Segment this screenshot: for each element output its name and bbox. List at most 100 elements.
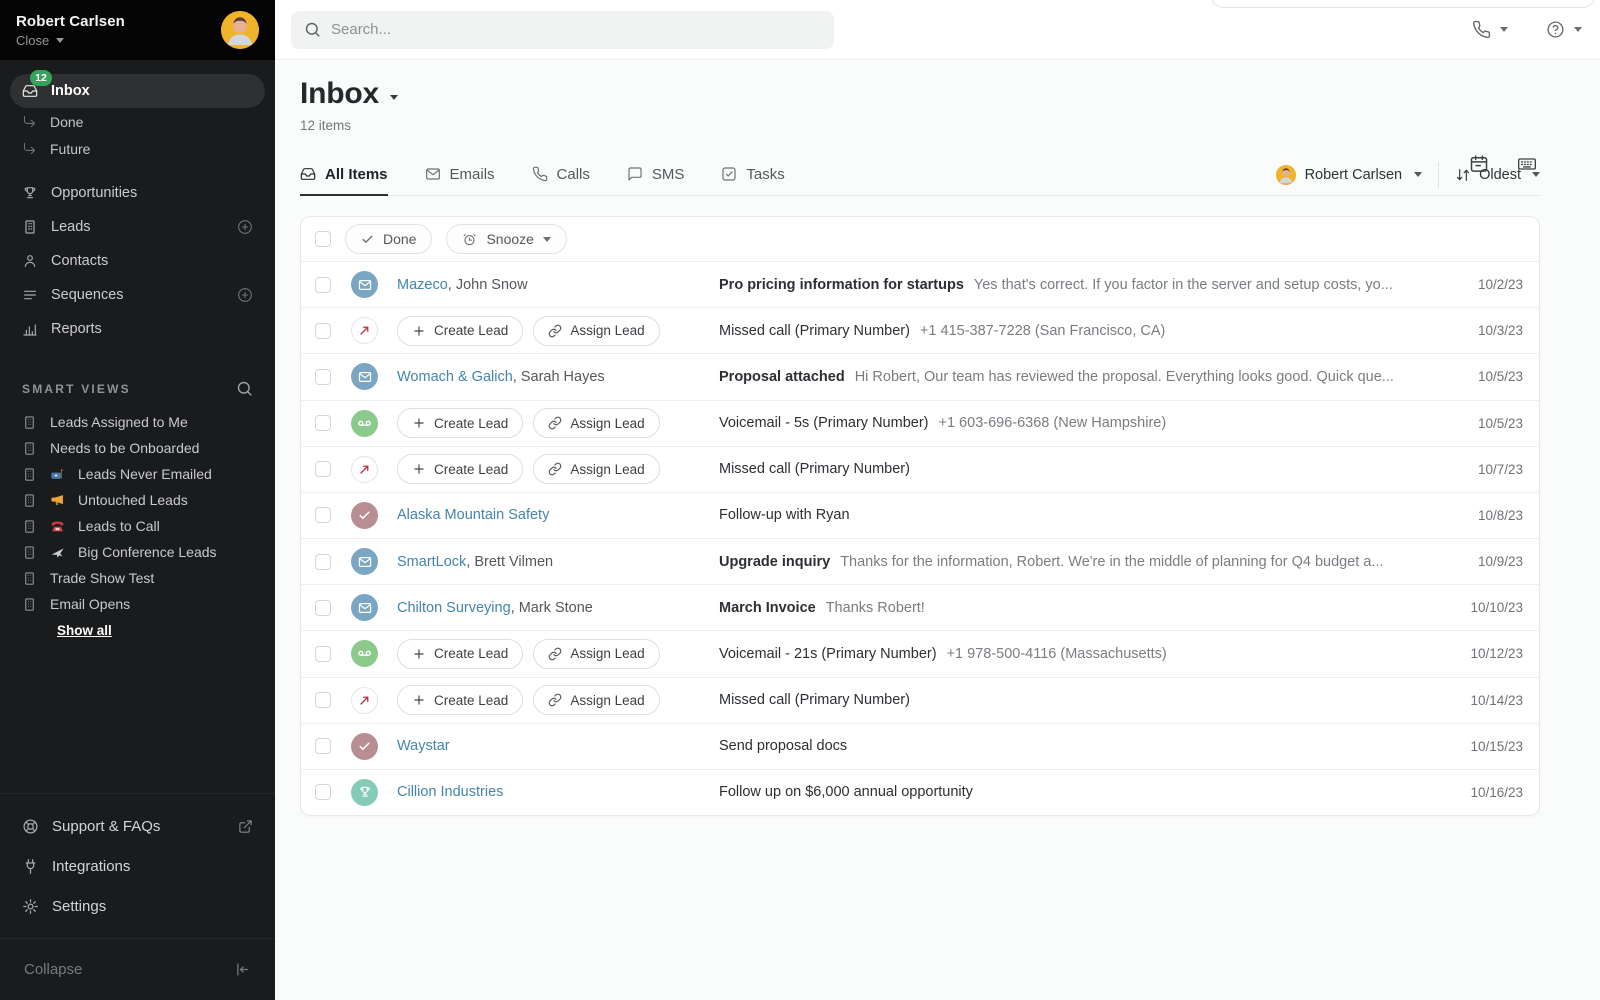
- assign-lead-button[interactable]: Assign Lead: [533, 454, 659, 484]
- popover-edge: [1210, 0, 1596, 8]
- row-checkbox[interactable]: [315, 646, 331, 662]
- smart-view-needs-onboarded[interactable]: Needs to be Onboarded: [10, 435, 265, 461]
- sidebar-item-leads[interactable]: Leads: [10, 210, 265, 244]
- create-lead-button[interactable]: Create Lead: [397, 408, 523, 438]
- org-switcher[interactable]: Close: [16, 33, 125, 48]
- inbox-row[interactable]: WaystarSend proposal docs10/15/23: [301, 723, 1539, 769]
- add-lead-icon[interactable]: [237, 219, 253, 235]
- tab-calls[interactable]: Calls: [532, 154, 590, 196]
- lead-link[interactable]: Alaska Mountain Safety: [397, 507, 549, 523]
- global-search[interactable]: [291, 11, 834, 49]
- calendar-icon[interactable]: [1469, 154, 1489, 174]
- inbox-row[interactable]: Create LeadAssign LeadMissed call (Prima…: [301, 446, 1539, 492]
- envelope-icon: [425, 166, 441, 182]
- assignee-filter[interactable]: Robert Carlsen: [1276, 165, 1423, 185]
- assign-lead-button[interactable]: Assign Lead: [533, 639, 659, 669]
- life-ring-icon: [22, 818, 39, 835]
- inbox-row[interactable]: Alaska Mountain SafetyFollow-up with Rya…: [301, 492, 1539, 538]
- row-checkbox[interactable]: [315, 507, 331, 523]
- row-checkbox[interactable]: [315, 415, 331, 431]
- done-button[interactable]: Done: [345, 224, 432, 254]
- lead-link[interactable]: Womach & Galich: [397, 369, 513, 385]
- search-input[interactable]: [331, 21, 821, 38]
- sidebar-item-contacts[interactable]: Contacts: [10, 244, 265, 278]
- smart-view-big-conference-leads[interactable]: Big Conference Leads: [10, 539, 265, 565]
- smart-view-leads-never-emailed[interactable]: Leads Never Emailed: [10, 461, 265, 487]
- user-avatar[interactable]: [221, 11, 259, 49]
- row-preview: Yes that's correct. If you factor in the…: [974, 277, 1393, 293]
- chevron-down-icon[interactable]: [390, 95, 398, 100]
- link-icon: [548, 416, 562, 430]
- sidebar-item-sequences[interactable]: Sequences: [10, 278, 265, 312]
- sidebar-item-integrations[interactable]: Integrations: [10, 846, 265, 886]
- list-toolbar: Done Snooze: [301, 217, 1539, 261]
- row-checkbox[interactable]: [315, 369, 331, 385]
- select-all-checkbox[interactable]: [315, 231, 331, 247]
- chevron-down-icon: [1500, 27, 1508, 32]
- assign-lead-button[interactable]: Assign Lead: [533, 408, 659, 438]
- tab-tasks[interactable]: Tasks: [721, 154, 784, 196]
- show-all-link[interactable]: Show all: [57, 623, 112, 638]
- inbox-row[interactable]: Chilton Surveying, Mark StoneMarch Invoi…: [301, 584, 1539, 630]
- sidebar-item-opportunities[interactable]: Opportunities: [10, 176, 265, 210]
- smart-view-label: Leads Assigned to Me: [50, 414, 188, 430]
- sidebar-item-done[interactable]: Done: [10, 108, 265, 135]
- smart-view-leads-assigned[interactable]: Leads Assigned to Me: [10, 409, 265, 435]
- create-lead-button[interactable]: Create Lead: [397, 316, 523, 346]
- inbox-row[interactable]: Mazeco, John SnowPro pricing information…: [301, 261, 1539, 307]
- create-lead-button[interactable]: Create Lead: [397, 454, 523, 484]
- add-sequence-icon[interactable]: [237, 287, 253, 303]
- link-icon: [548, 647, 562, 661]
- row-date: 10/2/23: [1459, 277, 1523, 292]
- row-checkbox[interactable]: [315, 738, 331, 754]
- inbox-row[interactable]: Create LeadAssign LeadMissed call (Prima…: [301, 307, 1539, 353]
- sidebar-item-future[interactable]: Future: [10, 135, 265, 162]
- row-checkbox[interactable]: [315, 692, 331, 708]
- create-lead-button[interactable]: Create Lead: [397, 639, 523, 669]
- inbox-row[interactable]: Cillion IndustriesFollow up on $6,000 an…: [301, 769, 1539, 815]
- inbox-row[interactable]: Create LeadAssign LeadVoicemail - 5s (Pr…: [301, 400, 1539, 446]
- smart-view-leads-to-call[interactable]: Leads to Call: [10, 513, 265, 539]
- row-checkbox[interactable]: [315, 554, 331, 570]
- row-checkbox[interactable]: [315, 461, 331, 477]
- row-subject: Pro pricing information for startups: [719, 277, 964, 293]
- row-checkbox[interactable]: [315, 600, 331, 616]
- lead-link[interactable]: Mazeco: [397, 277, 448, 293]
- row-checkbox[interactable]: [315, 323, 331, 339]
- plus-icon: [412, 462, 426, 476]
- check-square-icon: [721, 166, 737, 182]
- sidebar-item-settings[interactable]: Settings: [10, 886, 265, 926]
- smart-view-untouched-leads[interactable]: Untouched Leads: [10, 487, 265, 513]
- search-icon[interactable]: [236, 380, 253, 397]
- tab-all-items[interactable]: All Items: [300, 154, 388, 196]
- lead-link[interactable]: Chilton Surveying: [397, 600, 511, 616]
- sidebar-item-reports[interactable]: Reports: [10, 312, 265, 346]
- assign-lead-button[interactable]: Assign Lead: [533, 685, 659, 715]
- inbox-row[interactable]: Create LeadAssign LeadMissed call (Prima…: [301, 677, 1539, 723]
- smart-view-trade-show-test[interactable]: Trade Show Test: [10, 565, 265, 591]
- building-icon: [22, 467, 37, 482]
- sidebar-item-label: Integrations: [52, 858, 130, 875]
- create-lead-button[interactable]: Create Lead: [397, 685, 523, 715]
- row-checkbox[interactable]: [315, 784, 331, 800]
- collapse-button[interactable]: Collapse: [0, 938, 275, 1000]
- inbox-row[interactable]: Womach & Galich, Sarah HayesProposal att…: [301, 353, 1539, 399]
- help-menu[interactable]: [1546, 20, 1582, 39]
- lead-link[interactable]: Cillion Industries: [397, 784, 503, 800]
- lead-link[interactable]: Waystar: [397, 738, 450, 754]
- tab-emails[interactable]: Emails: [425, 154, 495, 196]
- phone-menu[interactable]: [1472, 20, 1508, 39]
- divider: [1438, 162, 1439, 188]
- row-checkbox[interactable]: [315, 277, 331, 293]
- sidebar-item-inbox[interactable]: 12 Inbox: [10, 74, 265, 108]
- lead-link[interactable]: SmartLock: [397, 554, 466, 570]
- tab-sms[interactable]: SMS: [627, 154, 685, 196]
- inbox-row[interactable]: SmartLock, Brett VilmenUpgrade inquiryTh…: [301, 538, 1539, 584]
- sidebar-item-support[interactable]: Support & FAQs: [10, 806, 265, 846]
- smart-view-email-opens[interactable]: Email Opens: [10, 591, 265, 617]
- row-date: 10/10/23: [1459, 600, 1523, 615]
- inbox-row[interactable]: Create LeadAssign LeadVoicemail - 21s (P…: [301, 630, 1539, 676]
- snooze-button[interactable]: Snooze: [446, 224, 566, 254]
- assign-lead-button[interactable]: Assign Lead: [533, 316, 659, 346]
- keyboard-icon[interactable]: [1516, 154, 1538, 174]
